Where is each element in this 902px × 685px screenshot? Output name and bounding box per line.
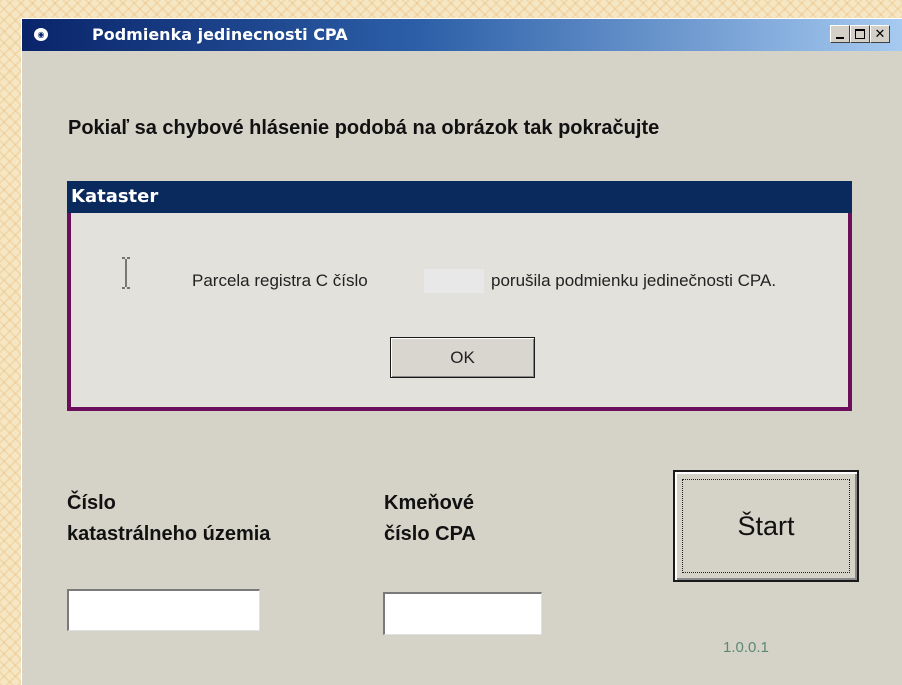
cpa-label: Kmeňové číslo CPA: [384, 488, 476, 550]
cpa-number-input[interactable]: [383, 592, 542, 635]
start-button[interactable]: Štart: [673, 470, 859, 582]
cpa-label-line1: Kmeňové: [384, 492, 475, 514]
error-dialog-screenshot: Kataster Parcela registra C číslo poruši…: [67, 181, 852, 411]
error-message-part2: porušila podmienku jedinečnosti CPA.: [491, 271, 777, 290]
territory-label-line2: katastrálneho územia: [67, 523, 271, 545]
territory-number-input[interactable]: [67, 589, 260, 631]
maximize-button[interactable]: [850, 25, 870, 43]
title-bar[interactable]: ◉ Podmienka jedinecnosti CPA ✕: [22, 19, 902, 51]
app-icon[interactable]: ◉: [34, 28, 48, 41]
text-cursor-icon: [122, 257, 130, 289]
caption-buttons: ✕: [830, 25, 890, 43]
territory-label-line1: Číslo: [67, 492, 116, 514]
territory-label: Číslo katastrálneho územia: [67, 488, 270, 550]
minimize-button[interactable]: [830, 25, 850, 43]
error-message-part1: Parcela registra C číslo: [192, 271, 368, 290]
version-label: 1.0.0.1: [723, 639, 769, 656]
maximize-icon: [855, 29, 865, 39]
focus-rectangle: [682, 479, 850, 573]
minimize-icon: [836, 37, 844, 39]
instruction-text: Pokiaľ sa chybové hlásenie podobá na obr…: [68, 117, 660, 139]
close-icon: ✕: [874, 26, 886, 42]
redacted-parcel-number: [424, 269, 484, 293]
main-window: ◉ Podmienka jedinecnosti CPA ✕ Pokiaľ sa…: [21, 18, 902, 685]
cpa-label-line2: číslo CPA: [384, 523, 476, 545]
close-button[interactable]: ✕: [870, 25, 890, 43]
window-title: Podmienka jedinecnosti CPA: [92, 25, 348, 44]
error-dialog-title: Kataster: [67, 181, 852, 213]
sample-ok-button: OK: [390, 337, 535, 378]
